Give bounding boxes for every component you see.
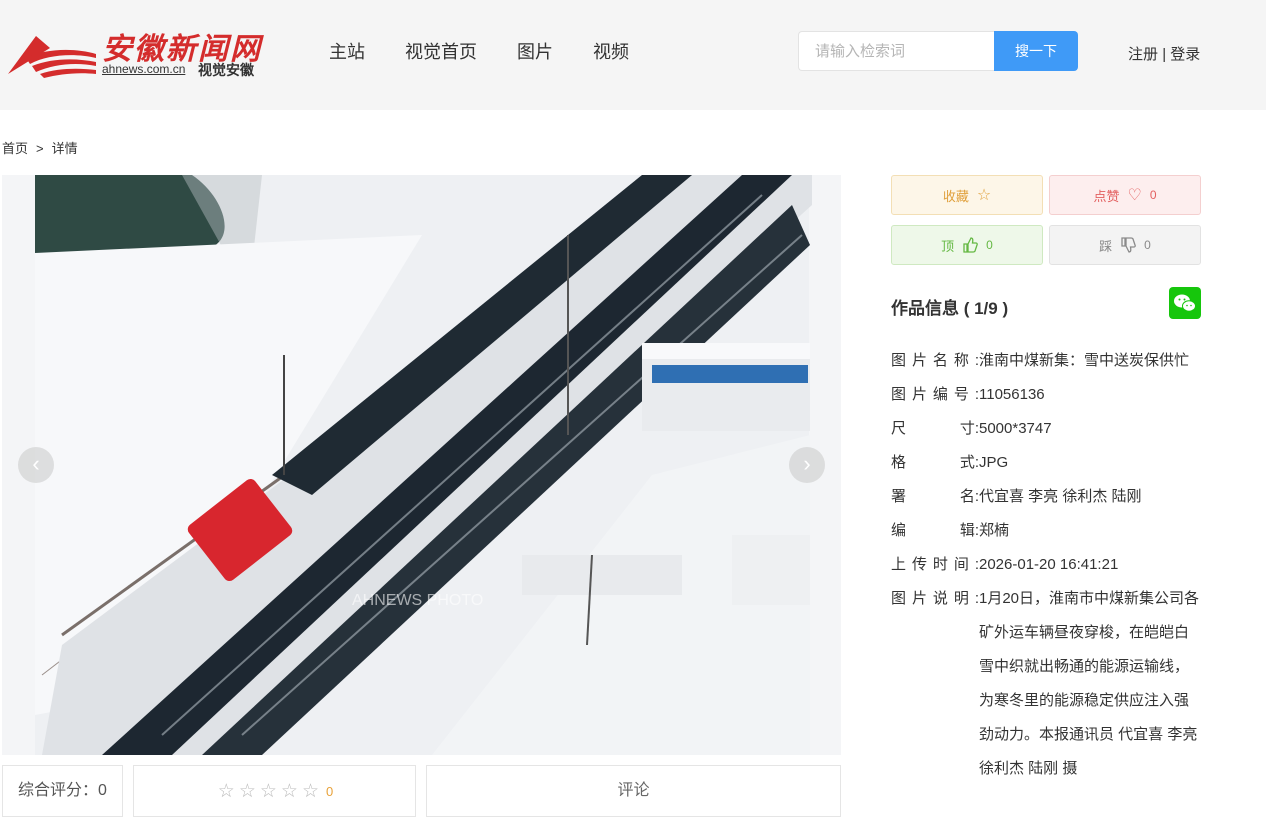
thumbs-down-button[interactable]: 踩 0 <box>1049 225 1201 265</box>
photo-watermark: AHNEWS PHOTO <box>352 592 483 609</box>
search-button[interactable]: 搜一下 <box>994 31 1078 71</box>
info-row-editor: 编辑: 郑楠 <box>891 514 1211 548</box>
logo-domain: ahnews.com.cn <box>102 62 186 76</box>
thumbs-down-count: 0 <box>1144 238 1151 252</box>
logo-swoosh-icon <box>8 36 96 78</box>
photo-train-snow: AHNEWS PHOTO <box>2 175 841 755</box>
star-icon: ☆ <box>976 187 992 204</box>
info-label: 图片说明: <box>891 590 979 607</box>
info-label: 图片编号: <box>891 386 979 403</box>
star-score: 0 <box>326 783 334 799</box>
info-row-format: 格式: JPG <box>891 446 1211 480</box>
info-label: 署名: <box>891 488 979 505</box>
wechat-icon <box>1174 294 1196 312</box>
star-icon[interactable]: ☆ <box>218 782 235 801</box>
star-rating[interactable]: ☆ ☆ ☆ ☆ ☆ 0 <box>133 765 416 817</box>
info-value: 5000*3747 <box>979 420 1052 437</box>
info-value: JPG <box>979 454 1009 471</box>
info-row-id: 图片编号: 11056136 <box>891 378 1211 412</box>
like-label: 点赞 <box>1093 188 1120 204</box>
overall-rating: 综合评分：0 <box>2 765 123 817</box>
favorite-button[interactable]: 收藏 ☆ <box>891 175 1043 215</box>
breadcrumb-current: 详情 <box>51 141 78 156</box>
like-count: 0 <box>1149 188 1157 202</box>
next-photo-button[interactable]: › <box>789 447 825 483</box>
breadcrumb-separator: > <box>36 141 44 156</box>
info-value: 代宜喜 李亮 徐利杰 陆刚 <box>979 488 1142 505</box>
site-logo[interactable]: 安徽新闻网 ahnews.com.cn 视觉安徽 <box>6 24 266 84</box>
info-value: 1月20日，淮南市中煤新集公司各矿外运车辆昼夜穿梭，在皑皑白雪中织就出畅通的能源… <box>979 590 1200 777</box>
info-row-name: 图片名称: 淮南中煤新集：雪中送炭保供忙 <box>891 344 1211 378</box>
site-header: 安徽新闻网 ahnews.com.cn 视觉安徽 主站 视觉首页 图片 视频 搜… <box>0 0 1266 110</box>
nav-item-main-site[interactable]: 主站 <box>329 40 365 64</box>
info-value: 11056136 <box>979 386 1045 403</box>
register-link[interactable]: 注册 <box>1128 46 1158 63</box>
auth-links: 注册 | 登录 <box>1128 43 1200 64</box>
login-link[interactable]: 登录 <box>1170 46 1200 63</box>
thumbs-up-icon <box>963 237 978 253</box>
thumbs-up-button[interactable]: 顶 0 <box>891 225 1043 265</box>
star-icon[interactable]: ☆ <box>239 782 256 801</box>
work-info-list: 图片名称: 淮南中煤新集：雪中送炭保供忙 图片编号: 11056136 尺寸: … <box>891 344 1211 786</box>
breadcrumb: 首页 > 详情 <box>2 138 78 157</box>
nav-item-videos[interactable]: 视频 <box>593 40 629 64</box>
thumbs-down-icon <box>1121 237 1136 253</box>
auth-separator: | <box>1162 46 1167 63</box>
info-label: 格式: <box>891 454 979 471</box>
thumbs-up-label: 顶 <box>941 238 955 254</box>
info-value: 2026-01-20 16:41:21 <box>979 556 1119 573</box>
main-nav: 主站 视觉首页 图片 视频 <box>329 40 669 64</box>
like-button[interactable]: 点赞 ♡ 0 <box>1049 175 1201 215</box>
star-icon[interactable]: ☆ <box>302 782 319 801</box>
breadcrumb-home[interactable]: 首页 <box>2 141 28 156</box>
info-label: 编辑: <box>891 522 979 539</box>
favorite-label: 收藏 <box>942 188 969 204</box>
prev-photo-button[interactable]: ‹ <box>18 447 54 483</box>
info-value: 郑楠 <box>979 522 1010 539</box>
info-row-description: 图片说明: 1月20日，淮南市中煤新集公司各矿外运车辆昼夜穿梭，在皑皑白雪中织就… <box>891 582 1211 786</box>
wechat-share-button[interactable] <box>1169 287 1201 319</box>
info-row-author: 署名: 代宜喜 李亮 徐利杰 陆刚 <box>891 480 1211 514</box>
info-value: 淮南中煤新集：雪中送炭保供忙 <box>979 352 1190 369</box>
info-label: 图片名称: <box>891 352 979 369</box>
heart-icon: ♡ <box>1127 187 1142 204</box>
thumbs-down-label: 踩 <box>1099 238 1113 254</box>
nav-item-pictures[interactable]: 图片 <box>517 40 553 64</box>
info-row-size: 尺寸: 5000*3747 <box>891 412 1211 446</box>
info-label: 尺寸: <box>891 420 979 437</box>
nav-item-visual-home[interactable]: 视觉首页 <box>405 40 477 64</box>
main-photo[interactable]: AHNEWS PHOTO ‹ › <box>2 175 841 755</box>
info-row-upload-time: 上传时间: 2026-01-20 16:41:21 <box>891 548 1211 582</box>
search-input[interactable] <box>798 31 996 71</box>
work-info-title: 作品信息 ( 1/9 ) <box>891 299 1009 318</box>
comment-button[interactable]: 评论 <box>426 765 841 817</box>
info-label: 上传时间: <box>891 556 979 573</box>
thumbs-up-count: 0 <box>986 238 993 252</box>
logo-subtitle: 视觉安徽 <box>198 62 254 78</box>
star-icon[interactable]: ☆ <box>281 782 298 801</box>
star-icon[interactable]: ☆ <box>260 782 277 801</box>
